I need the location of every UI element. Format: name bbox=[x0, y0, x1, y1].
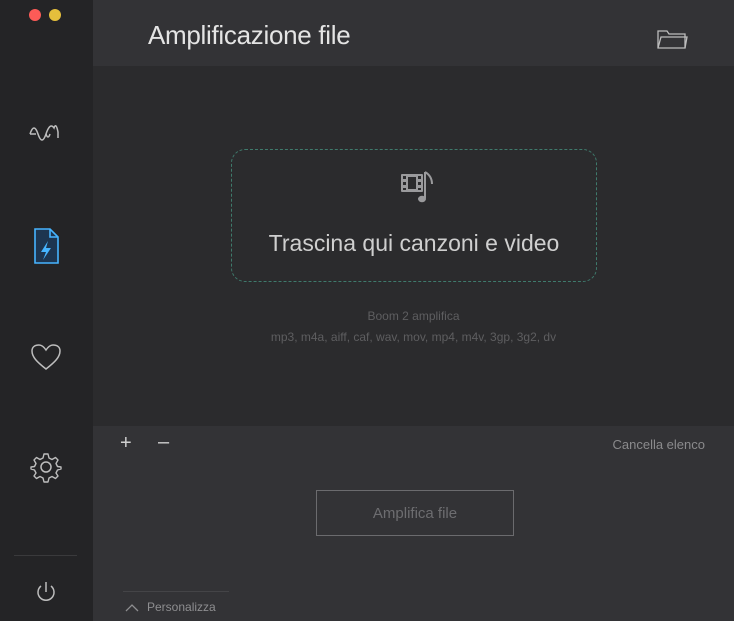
open-folder-button[interactable] bbox=[656, 28, 688, 52]
amplify-files-button[interactable]: Amplifica file bbox=[316, 490, 514, 536]
chevron-up-icon bbox=[125, 603, 139, 611]
supported-formats: mp3, m4a, aiff, caf, wav, mov, mp4, m4v,… bbox=[270, 330, 557, 344]
waveform-icon bbox=[29, 125, 59, 141]
remove-file-button[interactable]: – bbox=[158, 431, 169, 454]
add-file-button[interactable]: + bbox=[120, 432, 132, 455]
file-dropzone[interactable]: Trascina qui canzoni e video bbox=[231, 149, 597, 282]
file-list-area: + – Cancella elenco Amplifica file Perso… bbox=[93, 426, 734, 621]
header: Amplificazione file bbox=[93, 0, 734, 66]
amplify-files-label: Amplifica file bbox=[372, 504, 458, 522]
sidebar bbox=[0, 0, 93, 621]
close-window-button[interactable] bbox=[29, 9, 41, 21]
clear-list-button[interactable]: Cancella elenco bbox=[612, 437, 705, 452]
customize-divider bbox=[123, 591, 229, 592]
minimize-window-button[interactable] bbox=[49, 9, 61, 21]
gear-icon bbox=[30, 453, 62, 483]
power-button[interactable] bbox=[22, 568, 70, 616]
folder-icon bbox=[657, 30, 688, 49]
power-icon bbox=[37, 582, 55, 601]
sidebar-item-equalizer[interactable] bbox=[22, 109, 70, 157]
sidebar-divider bbox=[14, 555, 77, 556]
sidebar-item-settings[interactable] bbox=[22, 443, 70, 491]
video-music-icon bbox=[401, 171, 433, 203]
heart-icon bbox=[31, 344, 61, 370]
drop-area: Trascina qui canzoni e video Boom 2 ampl… bbox=[93, 66, 734, 426]
customize-label: Personalizza bbox=[147, 600, 216, 614]
customize-toggle[interactable]: Personalizza bbox=[125, 600, 216, 614]
amplify-file-icon bbox=[34, 228, 59, 264]
supported-title: Boom 2 amplifica bbox=[367, 309, 460, 323]
page-title: Amplificazione file bbox=[148, 20, 351, 50]
sidebar-item-file-amplification[interactable] bbox=[22, 222, 70, 270]
sidebar-item-favorites[interactable] bbox=[22, 333, 70, 381]
dropzone-text: Trascina qui canzoni e video bbox=[268, 230, 560, 256]
